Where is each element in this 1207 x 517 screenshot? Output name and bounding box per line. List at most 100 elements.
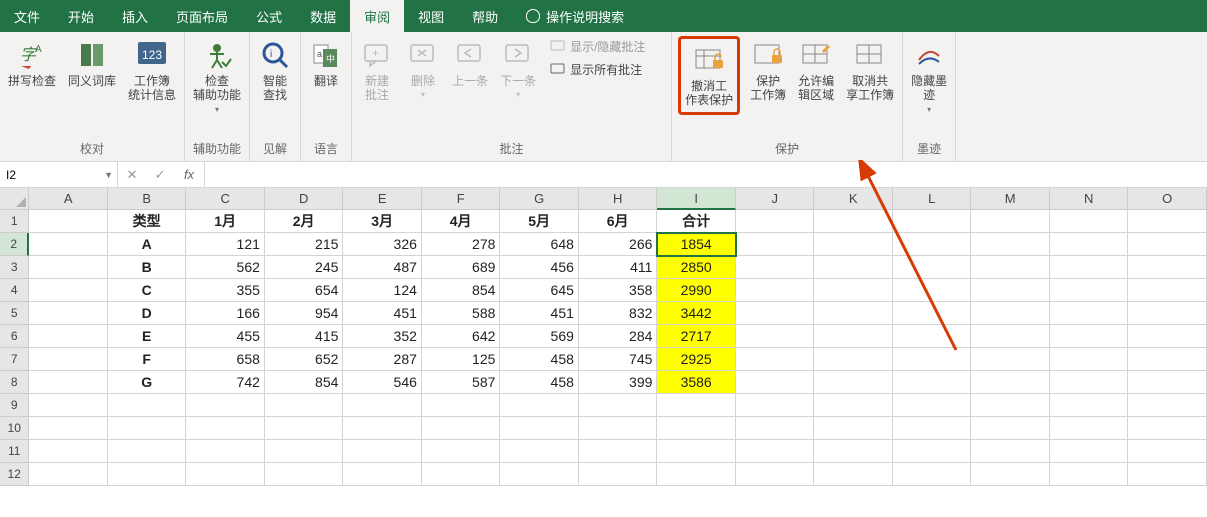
tab-formulas[interactable]: 公式 <box>242 0 296 32</box>
cell-D2[interactable]: 215 <box>265 233 344 256</box>
cell-K4[interactable] <box>814 279 893 302</box>
cell-A3[interactable] <box>29 256 108 279</box>
cell-L4[interactable] <box>893 279 972 302</box>
name-box[interactable]: I2 ▼ <box>0 162 118 187</box>
cell-O12[interactable] <box>1128 463 1207 486</box>
cell-B6[interactable]: E <box>108 325 187 348</box>
cell-O7[interactable] <box>1128 348 1207 371</box>
cell-K6[interactable] <box>814 325 893 348</box>
cell-G3[interactable]: 456 <box>500 256 579 279</box>
cell-D4[interactable]: 654 <box>265 279 344 302</box>
cell-J9[interactable] <box>736 394 815 417</box>
cell-H8[interactable]: 399 <box>579 371 658 394</box>
row-header-12[interactable]: 12 <box>0 463 29 486</box>
cell-L12[interactable] <box>893 463 972 486</box>
cell-K9[interactable] <box>814 394 893 417</box>
cell-A7[interactable] <box>29 348 108 371</box>
cell-F5[interactable]: 588 <box>422 302 501 325</box>
cell-I3[interactable]: 2850 <box>657 256 736 279</box>
cell-O9[interactable] <box>1128 394 1207 417</box>
spell-check-button[interactable]: 字A 拼写检查 <box>6 36 58 90</box>
cell-C8[interactable]: 742 <box>186 371 265 394</box>
cell-I7[interactable]: 2925 <box>657 348 736 371</box>
cell-A5[interactable] <box>29 302 108 325</box>
cell-L9[interactable] <box>893 394 972 417</box>
cell-M4[interactable] <box>971 279 1050 302</box>
cell-H4[interactable]: 358 <box>579 279 658 302</box>
cell-C4[interactable]: 355 <box>186 279 265 302</box>
tab-data[interactable]: 数据 <box>296 0 350 32</box>
cell-J1[interactable] <box>736 210 815 233</box>
row-header-3[interactable]: 3 <box>0 256 29 279</box>
cell-F11[interactable] <box>422 440 501 463</box>
cell-N5[interactable] <box>1050 302 1129 325</box>
cell-G5[interactable]: 451 <box>500 302 579 325</box>
cell-E9[interactable] <box>343 394 422 417</box>
cell-L3[interactable] <box>893 256 972 279</box>
cell-D12[interactable] <box>265 463 344 486</box>
cell-F2[interactable]: 278 <box>422 233 501 256</box>
cell-B7[interactable]: F <box>108 348 187 371</box>
cell-F6[interactable]: 642 <box>422 325 501 348</box>
cell-D3[interactable]: 245 <box>265 256 344 279</box>
cell-E7[interactable]: 287 <box>343 348 422 371</box>
cell-O3[interactable] <box>1128 256 1207 279</box>
cell-N8[interactable] <box>1050 371 1129 394</box>
row-header-4[interactable]: 4 <box>0 279 29 302</box>
cell-J4[interactable] <box>736 279 815 302</box>
cell-J11[interactable] <box>736 440 815 463</box>
cell-N4[interactable] <box>1050 279 1129 302</box>
unshare-workbook-button[interactable]: 取消共 享工作簿 <box>844 36 896 105</box>
column-header-J[interactable]: J <box>736 188 815 210</box>
cell-E5[interactable]: 451 <box>343 302 422 325</box>
row-header-7[interactable]: 7 <box>0 348 29 371</box>
cell-O8[interactable] <box>1128 371 1207 394</box>
row-header-2[interactable]: 2 <box>0 233 29 256</box>
cell-L8[interactable] <box>893 371 972 394</box>
cell-A2[interactable] <box>29 233 108 256</box>
fx-icon[interactable]: fx <box>174 167 204 182</box>
cell-O1[interactable] <box>1128 210 1207 233</box>
row-header-5[interactable]: 5 <box>0 302 29 325</box>
cell-L6[interactable] <box>893 325 972 348</box>
cell-F3[interactable]: 689 <box>422 256 501 279</box>
cell-E1[interactable]: 3月 <box>343 210 422 233</box>
cell-I9[interactable] <box>657 394 736 417</box>
select-all-corner[interactable] <box>0 188 29 210</box>
cell-N3[interactable] <box>1050 256 1129 279</box>
cell-H6[interactable]: 284 <box>579 325 658 348</box>
cell-G7[interactable]: 458 <box>500 348 579 371</box>
cell-A4[interactable] <box>29 279 108 302</box>
show-all-comments-button[interactable]: 显示所有批注 <box>546 59 649 80</box>
cell-N6[interactable] <box>1050 325 1129 348</box>
cell-H11[interactable] <box>579 440 658 463</box>
cell-E11[interactable] <box>343 440 422 463</box>
cell-E4[interactable]: 124 <box>343 279 422 302</box>
cell-N2[interactable] <box>1050 233 1129 256</box>
cell-F7[interactable]: 125 <box>422 348 501 371</box>
cell-M12[interactable] <box>971 463 1050 486</box>
cell-A8[interactable] <box>29 371 108 394</box>
cell-I10[interactable] <box>657 417 736 440</box>
cell-N9[interactable] <box>1050 394 1129 417</box>
cell-B10[interactable] <box>108 417 187 440</box>
cell-L2[interactable] <box>893 233 972 256</box>
cell-G11[interactable] <box>500 440 579 463</box>
cell-L5[interactable] <box>893 302 972 325</box>
cell-G9[interactable] <box>500 394 579 417</box>
cell-H5[interactable]: 832 <box>579 302 658 325</box>
cell-F9[interactable] <box>422 394 501 417</box>
cell-O11[interactable] <box>1128 440 1207 463</box>
cell-C11[interactable] <box>186 440 265 463</box>
tab-review[interactable]: 审阅 <box>350 0 404 32</box>
tab-help[interactable]: 帮助 <box>458 0 512 32</box>
cell-J6[interactable] <box>736 325 815 348</box>
protect-workbook-button[interactable]: 保护 工作簿 <box>748 36 788 105</box>
cell-H9[interactable] <box>579 394 658 417</box>
column-header-H[interactable]: H <box>579 188 658 210</box>
cell-E2[interactable]: 326 <box>343 233 422 256</box>
cell-K2[interactable] <box>814 233 893 256</box>
column-header-K[interactable]: K <box>814 188 893 210</box>
hide-ink-button[interactable]: 隐藏墨 迹 ▾ <box>909 36 949 116</box>
row-header-1[interactable]: 1 <box>0 210 29 233</box>
